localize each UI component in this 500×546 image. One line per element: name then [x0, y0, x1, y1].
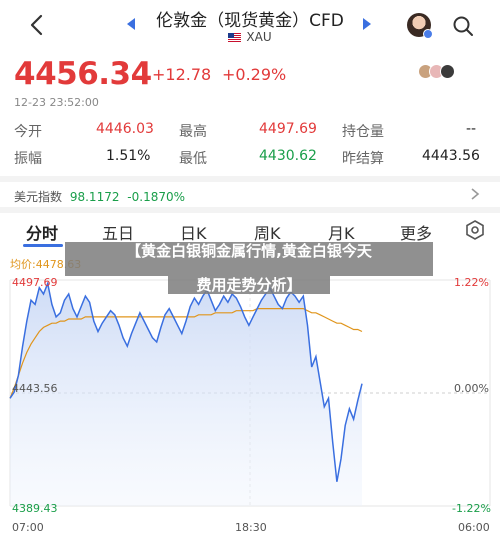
amplitude-value: 1.51% — [106, 148, 151, 164]
low-value: 4430.62 — [259, 148, 317, 164]
current-price: 4456.34 — [14, 56, 152, 92]
chevron-right-icon[interactable] — [470, 187, 480, 201]
open-label: 今开 — [14, 124, 42, 140]
follower-avatars[interactable] — [418, 64, 462, 80]
pct-axis-mid-label: 0.00% — [454, 382, 489, 395]
search-icon[interactable] — [451, 14, 475, 38]
y-axis-bottom-label: 4389.43 — [12, 502, 58, 515]
usd-index-row[interactable]: 美元指数 98.1172 -0.1870% — [14, 188, 185, 205]
y-axis-mid-label: 4443.56 — [12, 382, 58, 395]
amplitude-label: 振幅 — [14, 151, 42, 167]
x-axis-mid-label: 18:30 — [235, 521, 267, 534]
divider — [0, 176, 500, 182]
usd-index-change: -0.1870% — [127, 190, 186, 204]
headline-banner-continued[interactable]: 费用走势分析】 — [168, 276, 330, 294]
open-value: 4446.03 — [96, 121, 154, 137]
settings-hexagon-icon[interactable] — [464, 219, 486, 241]
pct-axis-top-label: 1.22% — [454, 276, 489, 289]
user-avatar[interactable] — [407, 13, 433, 39]
intraday-chart[interactable] — [0, 252, 500, 546]
high-label: 最高 — [179, 124, 207, 140]
headline-banner[interactable]: 【黄金白银铜金属行情,黄金白银今天 — [65, 242, 433, 276]
high-value: 4497.69 — [259, 121, 317, 137]
tab-monthly-k[interactable]: 月K — [328, 220, 355, 244]
y-axis-top-label: 4497.69 — [12, 276, 58, 289]
price-change-percent: +0.29% — [222, 65, 287, 84]
avatar — [440, 64, 455, 79]
pct-axis-bottom-label: -1.22% — [452, 502, 491, 515]
x-axis-start-label: 07:00 — [12, 521, 44, 534]
avatar-badge-icon — [423, 29, 433, 39]
tab-five-day[interactable]: 五日 — [102, 220, 134, 244]
tab-daily-k[interactable]: 日K — [180, 220, 207, 244]
low-label: 最低 — [179, 151, 207, 167]
usd-index-label: 美元指数 — [14, 190, 63, 204]
usd-index-value: 98.1172 — [69, 190, 120, 204]
tab-more[interactable]: 更多 — [400, 220, 432, 244]
divider — [0, 207, 500, 213]
next-instrument-icon[interactable] — [362, 17, 372, 31]
tab-weekly-k[interactable]: 周K — [254, 220, 281, 244]
header-bar: 伦敦金（现货黄金）CFD XAU — [0, 0, 500, 52]
price-change: +12.78 — [152, 65, 212, 84]
x-axis-end-label: 06:00 — [458, 521, 490, 534]
active-tab-indicator — [23, 244, 63, 247]
open-interest-label: 持仓量 — [342, 124, 384, 140]
prev-settle-label: 昨结算 — [342, 151, 384, 167]
quote-timestamp: 12-23 23:52:00 — [14, 96, 99, 109]
tab-intraday[interactable]: 分时 — [26, 220, 58, 244]
open-interest-value: -- — [466, 121, 477, 137]
us-flag-icon — [228, 33, 242, 42]
prev-settle-value: 4443.56 — [422, 148, 480, 164]
